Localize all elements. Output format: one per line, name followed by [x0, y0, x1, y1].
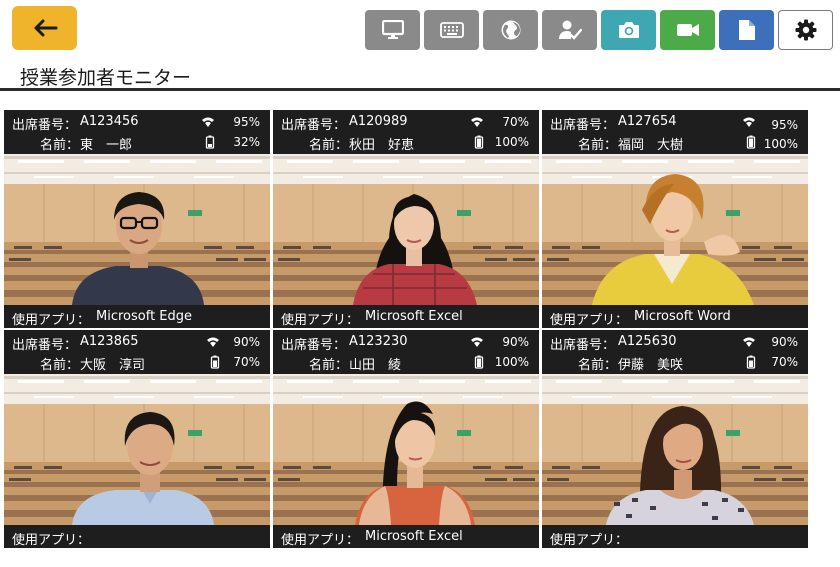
wifi-icon: [471, 337, 483, 347]
wifi-icon: [743, 117, 755, 127]
student-name: 東 一郎: [80, 138, 133, 153]
web-button[interactable]: [483, 10, 538, 50]
participant-tile[interactable]: 出席番号： A120989 70% 名前： 秋田 好恵 100% 使用アプリ： …: [273, 110, 539, 328]
settings-button[interactable]: [778, 10, 833, 50]
active-app: Microsoft Word: [634, 309, 731, 324]
participant-tile[interactable]: 出席番号： A127654 95% 名前： 福岡 大樹 100% 使用アプリ： …: [542, 110, 808, 328]
wifi-strength: 95%: [771, 118, 798, 132]
battery-level: 100%: [763, 137, 798, 151]
tile-footer: 使用アプリ： Microsoft Edge: [12, 309, 193, 328]
tile-footer: 使用アプリ： Microsoft Excel: [281, 529, 463, 548]
active-app: Microsoft Excel: [365, 309, 463, 324]
student-id: A123865: [80, 334, 139, 349]
participant-camera-feed: [273, 374, 539, 525]
tile-footer: 使用アプリ：: [550, 533, 629, 548]
wifi-strength: 90%: [771, 335, 798, 349]
tile-header: 出席番号： A123456 95% 名前： 東 一郎 32%: [12, 114, 260, 153]
battery-level: 70%: [233, 355, 260, 369]
battery-level: 70%: [771, 355, 798, 369]
tile-header: 出席番号： A123865 90% 名前： 大阪 淳司 70%: [12, 334, 260, 373]
keyboard-button[interactable]: [424, 10, 479, 50]
snapshot-button[interactable]: [601, 10, 656, 50]
document-icon: [738, 20, 755, 40]
participant-camera-feed: [273, 154, 539, 305]
video-camera-icon: [676, 24, 699, 36]
wifi-strength: 90%: [502, 335, 529, 349]
wifi-strength: 70%: [502, 115, 529, 129]
battery-level: 100%: [494, 135, 529, 149]
student-id: A125630: [618, 334, 677, 349]
back-button[interactable]: [12, 6, 77, 50]
participant-tile[interactable]: 出席番号： A123456 95% 名前： 東 一郎 32% 使用アプリ： Mi…: [4, 110, 270, 328]
wifi-icon: [207, 337, 219, 347]
student-id: A123456: [80, 114, 139, 129]
student-id: A120989: [349, 114, 408, 129]
toolbar: [365, 10, 833, 50]
tile-footer: 使用アプリ：: [12, 533, 91, 548]
student-name: 大阪 淳司: [80, 358, 146, 373]
student-name: 秋田 好恵: [349, 138, 415, 153]
page-title: 授業参加者モニター: [20, 67, 192, 89]
battery-icon: [205, 135, 215, 149]
attendance-button[interactable]: [542, 10, 597, 50]
participant-camera-feed: [4, 154, 270, 305]
keyboard-icon: [439, 22, 464, 38]
gear-icon: [795, 19, 816, 41]
tile-footer: 使用アプリ： Microsoft Word: [550, 309, 731, 328]
wifi-icon: [202, 117, 214, 127]
arrow-left-icon: [34, 19, 57, 37]
wifi-strength: 90%: [233, 335, 260, 349]
battery-icon: [474, 135, 484, 149]
battery-level: 100%: [494, 355, 529, 369]
battery-icon: [746, 135, 756, 149]
battery-icon: [746, 355, 756, 369]
tile-footer: 使用アプリ： Microsoft Excel: [281, 309, 463, 328]
participant-tile[interactable]: 出席番号： A123230 90% 名前： 山田 綾 100% 使用アプリ： M…: [273, 330, 539, 548]
active-app: Microsoft Excel: [365, 529, 463, 544]
tile-header: 出席番号： A120989 70% 名前： 秋田 好恵 100%: [281, 114, 529, 153]
participant-tile[interactable]: 出席番号： A125630 90% 名前： 伊藤 美咲 70% 使用アプリ：: [542, 330, 808, 548]
wifi-icon: [743, 337, 755, 347]
tile-header: 出席番号： A123230 90% 名前： 山田 綾 100%: [281, 334, 529, 373]
screen-view-button[interactable]: [365, 10, 420, 50]
participant-camera-feed: [542, 154, 808, 305]
student-name: 山田 綾: [349, 358, 402, 373]
student-id: A123230: [349, 334, 408, 349]
student-name: 福岡 大樹: [618, 138, 684, 153]
participant-camera-feed: [542, 374, 808, 525]
student-id: A127654: [618, 114, 677, 129]
participant-tile[interactable]: 出席番号： A123865 90% 名前： 大阪 淳司 70% 使用アプリ：: [4, 330, 270, 548]
battery-icon: [474, 355, 484, 369]
title-divider: [0, 88, 840, 91]
participant-camera-feed: [4, 374, 270, 525]
tile-header: 出席番号： A125630 90% 名前： 伊藤 美咲 70%: [550, 334, 798, 373]
battery-level: 32%: [233, 135, 260, 149]
tile-header: 出席番号： A127654 95% 名前： 福岡 大樹 100%: [550, 114, 798, 153]
document-button[interactable]: [719, 10, 774, 50]
wifi-icon: [471, 117, 483, 127]
battery-icon: [210, 355, 220, 369]
student-name: 伊藤 美咲: [618, 358, 684, 373]
monitor-icon: [381, 20, 404, 39]
camera-icon: [618, 22, 639, 38]
video-button[interactable]: [660, 10, 715, 50]
active-app: Microsoft Edge: [96, 309, 193, 324]
user-check-icon: [558, 20, 582, 40]
wifi-strength: 95%: [233, 115, 260, 129]
globe-icon: [501, 20, 520, 40]
